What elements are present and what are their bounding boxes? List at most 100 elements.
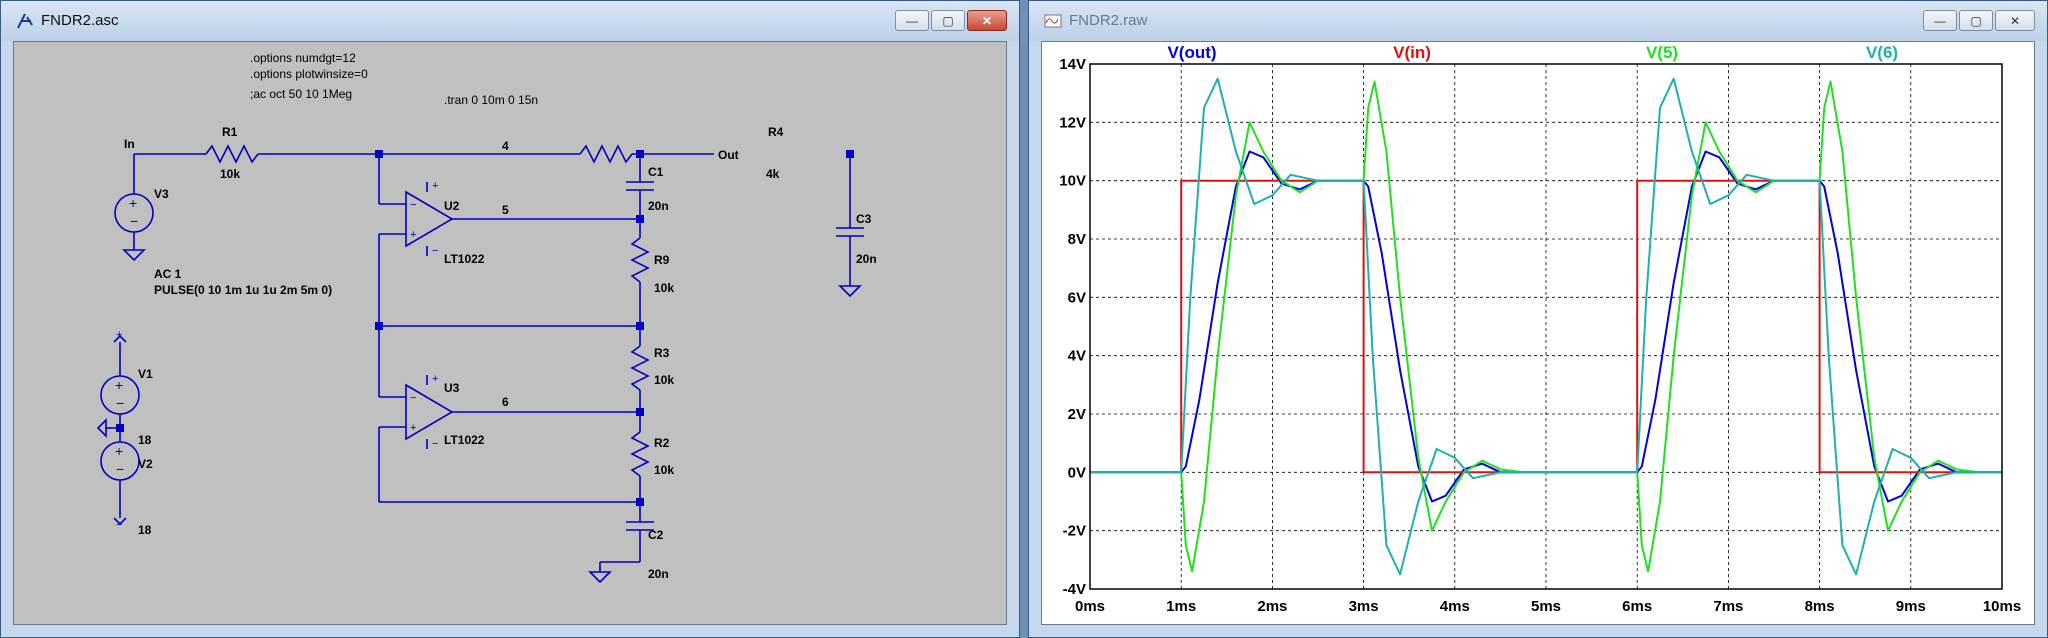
close-button[interactable]: ✕ — [967, 10, 1007, 31]
directive-ac: ;ac oct 50 10 1Meg — [250, 87, 352, 101]
directive-numdgt: .options numdgt=12 — [250, 51, 356, 65]
x-tick-label: 6ms — [1622, 598, 1652, 615]
c2-value: 20n — [648, 567, 669, 581]
x-tick-label: 2ms — [1257, 598, 1287, 615]
x-tick-label: 9ms — [1896, 598, 1926, 615]
c3-name: C3 — [856, 212, 872, 226]
r4-name: R4 — [768, 125, 784, 139]
r9-value: 10k — [654, 281, 674, 295]
svg-text:+: + — [432, 373, 438, 385]
schematic-window-title: FNDR2.asc — [41, 12, 119, 29]
component-labels: In Out 4 5 6 R1 10k R4 4k C1 20n C3 20n … — [124, 125, 877, 581]
svg-text:+: + — [115, 377, 123, 393]
minimize-button[interactable]: — — [1923, 10, 1957, 31]
y-tick-label: -2V — [1063, 523, 1086, 540]
waveform-window[interactable]: FNDR2.raw — ▢ ✕ 0ms 1ms 2ms 3ms 4ms 5ms 6ms 7ms… — [1028, 0, 2048, 638]
u3-name: U3 — [444, 381, 460, 395]
svg-text:−: − — [432, 245, 438, 257]
r9-name: R9 — [654, 253, 670, 267]
svg-text:−: − — [410, 199, 416, 211]
x-tick-label: 1ms — [1166, 598, 1196, 615]
r4-value: 4k — [766, 167, 780, 181]
schematic-drawing[interactable]: − + − + + − + − + − + − + − + − .options numdgt… — [14, 42, 1008, 626]
plot-tick-labels: 0ms 1ms 2ms 3ms 4ms 5ms 6ms 7ms 8ms 9ms 10ms -4V -2V… — [1059, 56, 2021, 615]
x-tick-label: 7ms — [1713, 598, 1743, 615]
r2-value: 10k — [654, 463, 674, 477]
waveform-titlebar[interactable]: FNDR2.raw — ▢ ✕ — [1029, 1, 2047, 41]
close-icon: ✕ — [981, 13, 993, 28]
waveform-pane[interactable]: 0ms 1ms 2ms 3ms 4ms 5ms 6ms 7ms 8ms 9ms 10ms -4V -2V… — [1041, 41, 2035, 625]
svg-text:+: + — [410, 422, 416, 434]
x-tick-label: 8ms — [1805, 598, 1835, 615]
r3-name: R3 — [654, 346, 670, 360]
restore-button[interactable]: ▢ — [931, 10, 965, 31]
y-tick-label: 8V — [1068, 231, 1086, 248]
legend-vout[interactable]: V(out) — [1167, 43, 1216, 62]
y-tick-label: 0V — [1068, 464, 1086, 481]
c3-value: 20n — [856, 252, 877, 266]
svg-text:−: − — [116, 461, 124, 477]
plot-grid — [1090, 64, 2002, 589]
waveform-plot[interactable]: 0ms 1ms 2ms 3ms 4ms 5ms 6ms 7ms 8ms 9ms 10ms -4V -2V… — [1042, 42, 2036, 626]
y-tick-label: 6V — [1068, 289, 1086, 306]
u2-name: U2 — [444, 199, 460, 213]
restore-button[interactable]: ▢ — [1959, 10, 1993, 31]
restore-icon: ▢ — [942, 13, 954, 28]
schematic-window[interactable]: FNDR2.asc — ▢ ✕ − + − + + − + − + − + − … — [0, 0, 1020, 638]
trace-vin — [1090, 179, 2002, 474]
close-button[interactable]: ✕ — [1995, 10, 2035, 31]
net-6: 6 — [502, 395, 509, 409]
opamp-pin-labels: − + − + + − + − — [410, 180, 438, 450]
minimize-icon: — — [906, 13, 918, 28]
net-out: Out — [718, 148, 739, 162]
r3-value: 10k — [654, 373, 674, 387]
legend-vin[interactable]: V(in) — [1393, 43, 1431, 62]
minimize-icon: — — [1934, 13, 1946, 28]
legend-v5[interactable]: V(5) — [1646, 43, 1678, 62]
x-tick-label: 4ms — [1440, 598, 1470, 615]
r2-name: R2 — [654, 436, 670, 450]
u3-value: LT1022 — [444, 433, 485, 447]
svg-text:+: + — [129, 195, 137, 211]
x-tick-label: 10ms — [1983, 598, 2021, 615]
y-tick-label: 2V — [1068, 406, 1086, 423]
directive-tran: .tran 0 10m 0 15n — [444, 93, 538, 107]
legend-v6[interactable]: V(6) — [1866, 43, 1898, 62]
close-icon: ✕ — [2009, 13, 2021, 28]
svg-text:−: − — [410, 392, 416, 404]
schematic-titlebar[interactable]: FNDR2.asc — ▢ ✕ — [1, 1, 1019, 41]
v3-value: AC 1 — [154, 267, 182, 281]
x-tick-label: 3ms — [1349, 598, 1379, 615]
y-tick-label: -4V — [1063, 581, 1086, 598]
wires — [106, 144, 864, 572]
waveform-viewer-icon — [1044, 14, 1062, 28]
c1-name: C1 — [648, 165, 664, 179]
opamp-symbols — [405, 182, 454, 449]
v1-name: V1 — [138, 367, 153, 381]
spice-directives: .options numdgt=12 .options plotwinsize=… — [250, 51, 538, 107]
restore-icon: ▢ — [1970, 13, 1982, 28]
minimize-button[interactable]: — — [895, 10, 929, 31]
schematic-canvas[interactable]: − + − + + − + − + − + − + − + − .options… — [13, 41, 1007, 625]
directive-plotwinsize: .options plotwinsize=0 — [250, 67, 368, 81]
r1-value: 10k — [220, 167, 240, 181]
net-5: 5 — [502, 203, 509, 217]
svg-text:+: + — [432, 180, 438, 192]
y-tick-label: 14V — [1059, 56, 1086, 73]
x-tick-label: 0ms — [1075, 598, 1105, 615]
plot-legend[interactable]: V(out) V(in) V(5) V(6) — [1167, 43, 1898, 62]
plot-traces — [1090, 77, 2002, 576]
svg-text:−: − — [130, 213, 138, 229]
r1-name: R1 — [222, 125, 238, 139]
svg-text:+: + — [115, 443, 123, 459]
net-4: 4 — [502, 139, 509, 153]
svg-text:−: − — [116, 395, 124, 411]
net-in: In — [124, 137, 135, 151]
x-tick-label: 5ms — [1531, 598, 1561, 615]
svg-text:−: − — [432, 438, 438, 450]
junction-dots — [116, 150, 854, 506]
svg-text:+: + — [410, 229, 416, 241]
y-tick-label: 12V — [1059, 114, 1086, 131]
ground-symbols — [96, 249, 862, 584]
y-tick-label: 10V — [1059, 173, 1086, 190]
